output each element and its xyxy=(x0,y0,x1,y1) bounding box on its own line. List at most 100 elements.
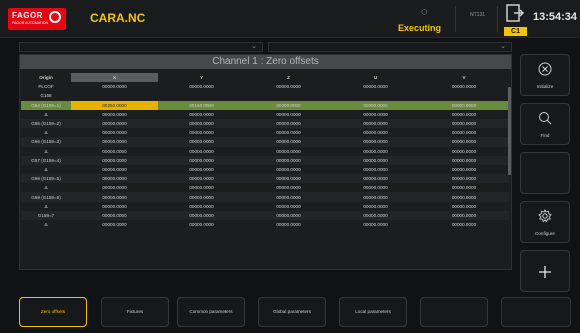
column-header[interactable]: X xyxy=(71,73,158,83)
offset-cell[interactable]: 00000.0000 xyxy=(332,164,419,175)
table-row[interactable]: Δ 00000.0000 00000.0000 00000.0000 00000.000… xyxy=(21,146,509,156)
table-row[interactable]: Δ 00000.0000 00000.0000 00000.0000 00000.000… xyxy=(21,183,509,193)
offset-cell[interactable]: 00000.0000 xyxy=(71,146,158,156)
offset-cell[interactable]: 00000.0000 xyxy=(245,82,332,92)
offset-cell[interactable]: 00000.0000 xyxy=(158,155,245,165)
offset-cell[interactable]: 00000.0000 xyxy=(419,118,509,129)
offset-cell[interactable]: 00000.0000 xyxy=(419,192,509,202)
table-row[interactable]: G159=7 00000.0000 00000.0000 00000.0000 0000… xyxy=(21,210,509,220)
offset-cell[interactable]: 00000.0000 xyxy=(71,174,158,184)
column-header[interactable]: Z xyxy=(245,73,332,82)
offset-cell[interactable]: 00000.0000 xyxy=(332,146,419,156)
offset-cell[interactable]: 00000.0000 xyxy=(245,201,332,211)
table-row[interactable]: Δ 00000.0000 00000.0000 00000.0000 00000.000… xyxy=(21,128,509,138)
channel-badge[interactable]: C1 xyxy=(504,27,527,36)
fixtures-tab[interactable]: Fixtures xyxy=(101,297,169,327)
offset-cell[interactable]: 00000.0000 xyxy=(158,210,245,220)
offset-cell[interactable]: 00000.0000 xyxy=(419,128,509,138)
empty-bottom-softkey[interactable] xyxy=(501,297,571,327)
offset-cell[interactable]: 00000.0000 xyxy=(419,109,509,119)
column-header[interactable]: U xyxy=(332,73,419,82)
zero-offsets-tab[interactable]: Zero offsets xyxy=(19,297,87,327)
offset-cell[interactable]: 00000.0000 xyxy=(245,155,332,165)
offset-cell[interactable]: 00000.0000 xyxy=(332,109,419,119)
offset-cell[interactable]: 00000.0000 xyxy=(245,220,332,230)
offset-cell[interactable]: 00000.0000 xyxy=(71,201,158,211)
table-row[interactable]: G59 (G159=6) 00000.0000 00000.0000 00000.00… xyxy=(21,192,509,202)
offset-cell[interactable]: 00000.0000 xyxy=(419,183,509,193)
offset-cell[interactable]: 00000.0000 xyxy=(158,174,245,184)
add-button[interactable] xyxy=(520,250,570,292)
table-row[interactable]: Δ 00000.0000 00000.0000 00000.0000 00000.000… xyxy=(21,220,509,230)
offset-cell[interactable]: 00000.0000 xyxy=(332,201,419,211)
offset-cell[interactable]: 00000.0000 xyxy=(245,164,332,175)
offset-cell[interactable]: 00000.0000 xyxy=(419,137,509,147)
offset-cell[interactable]: 00000.0000 xyxy=(332,183,419,193)
table-row[interactable]: PLCOF 00000.0000 00000.0000 00000.0000 00000… xyxy=(21,82,509,92)
offset-cell[interactable]: 00000.0000 xyxy=(332,137,419,147)
offset-cell[interactable]: 00000.0000 xyxy=(332,210,419,220)
offset-cell[interactable] xyxy=(332,91,419,101)
offset-cell[interactable]: 00000.0000 xyxy=(158,128,245,138)
offset-cell[interactable]: 00000.0000 xyxy=(332,155,419,165)
table-row[interactable]: G56 (G159=3) 00000.0000 00000.0000 00000.00… xyxy=(21,137,509,147)
offset-cell[interactable]: 00000.0000 xyxy=(419,220,509,230)
offset-cell[interactable]: 00000.0000 xyxy=(71,210,158,220)
offset-cell[interactable]: 00000.0000 xyxy=(245,137,332,147)
offset-cell[interactable]: 00000.0000 xyxy=(245,109,332,119)
empty-bottom-softkey[interactable] xyxy=(420,297,488,327)
offset-cell[interactable]: 00000.0000 xyxy=(158,118,245,129)
offset-cell[interactable]: 00000.0000 xyxy=(71,183,158,193)
offset-cell[interactable]: 00000.0000 xyxy=(158,109,245,119)
offset-cell[interactable]: 00160.0000 xyxy=(158,100,245,110)
column-header[interactable]: V xyxy=(419,73,509,82)
offset-cell[interactable]: 00000.0000 xyxy=(419,155,509,165)
offset-cell[interactable] xyxy=(158,91,245,101)
offset-cell[interactable]: 00000.0000 xyxy=(158,183,245,193)
channel-switch-icon[interactable] xyxy=(505,3,525,25)
offset-cell[interactable]: 00000.0000 xyxy=(419,201,509,211)
offset-cell[interactable]: 00000.0000 xyxy=(419,82,509,92)
offset-cell[interactable]: 00000.0000 xyxy=(332,100,419,110)
offset-cell[interactable]: 00000.0000 xyxy=(332,128,419,138)
selector-right[interactable]: ⌄ xyxy=(268,42,512,52)
table-row[interactable]: G55 (G159=2) 00000.0000 00000.0000 00000.00… xyxy=(21,118,509,129)
offset-cell[interactable]: 00000.0000 xyxy=(419,100,509,110)
selector-left[interactable]: ⌄ xyxy=(19,42,263,52)
offset-cell[interactable]: 00000.0000 xyxy=(71,192,158,202)
offset-cell[interactable]: 00000.0000 xyxy=(71,155,158,165)
offset-cell[interactable]: 00000.0000 xyxy=(71,82,158,92)
offset-cell[interactable]: 00000.0000 xyxy=(245,210,332,220)
offset-cell[interactable]: 00000.0000 xyxy=(158,201,245,211)
table-row[interactable]: G158 xyxy=(21,91,509,101)
offset-cell[interactable]: 00000.0000 xyxy=(332,220,419,230)
offset-cell[interactable] xyxy=(71,91,158,101)
offset-cell[interactable]: 00000.0000 xyxy=(71,220,158,230)
offset-cell[interactable]: 00000.0000 xyxy=(419,210,509,220)
find-button[interactable]: Find xyxy=(520,103,570,145)
offset-cell[interactable]: 00000.0000 xyxy=(332,118,419,129)
global-parameters-tab[interactable]: Global parameters xyxy=(258,297,326,327)
offset-cell[interactable]: 00000.0000 xyxy=(332,174,419,184)
configure-button[interactable]: Configure xyxy=(520,201,570,243)
offset-cell[interactable] xyxy=(419,91,509,101)
offset-cell[interactable]: 00000.0000 xyxy=(158,164,245,175)
offset-cell[interactable]: 00200.0000 xyxy=(245,100,332,110)
common-parameters-tab[interactable]: Common parameters xyxy=(177,297,245,327)
offset-cell[interactable]: 00000.0000 xyxy=(158,220,245,230)
offset-cell[interactable]: 00000.0000 xyxy=(419,164,509,175)
offset-cell[interactable]: 00250.0000 xyxy=(71,100,158,110)
offset-cell[interactable]: 00000.0000 xyxy=(71,118,158,129)
table-scrollbar[interactable] xyxy=(508,87,511,175)
table-row[interactable]: G57 (G159=4) 00000.0000 00000.0000 00000.00… xyxy=(21,155,509,165)
offset-cell[interactable]: 00000.0000 xyxy=(71,109,158,119)
offset-cell[interactable]: 00000.0000 xyxy=(245,183,332,193)
offset-cell[interactable]: 00000.0000 xyxy=(158,82,245,92)
offset-cell[interactable]: 00000.0000 xyxy=(158,146,245,156)
offset-cell[interactable]: 00000.0000 xyxy=(245,192,332,202)
offset-cell[interactable]: 00000.0000 xyxy=(245,146,332,156)
offset-cell[interactable]: 00000.0000 xyxy=(419,174,509,184)
local-parameters-tab[interactable]: Local parameters xyxy=(339,297,407,327)
initialize-button[interactable]: Initialize xyxy=(520,54,570,96)
offset-cell[interactable]: 00000.0000 xyxy=(245,128,332,138)
